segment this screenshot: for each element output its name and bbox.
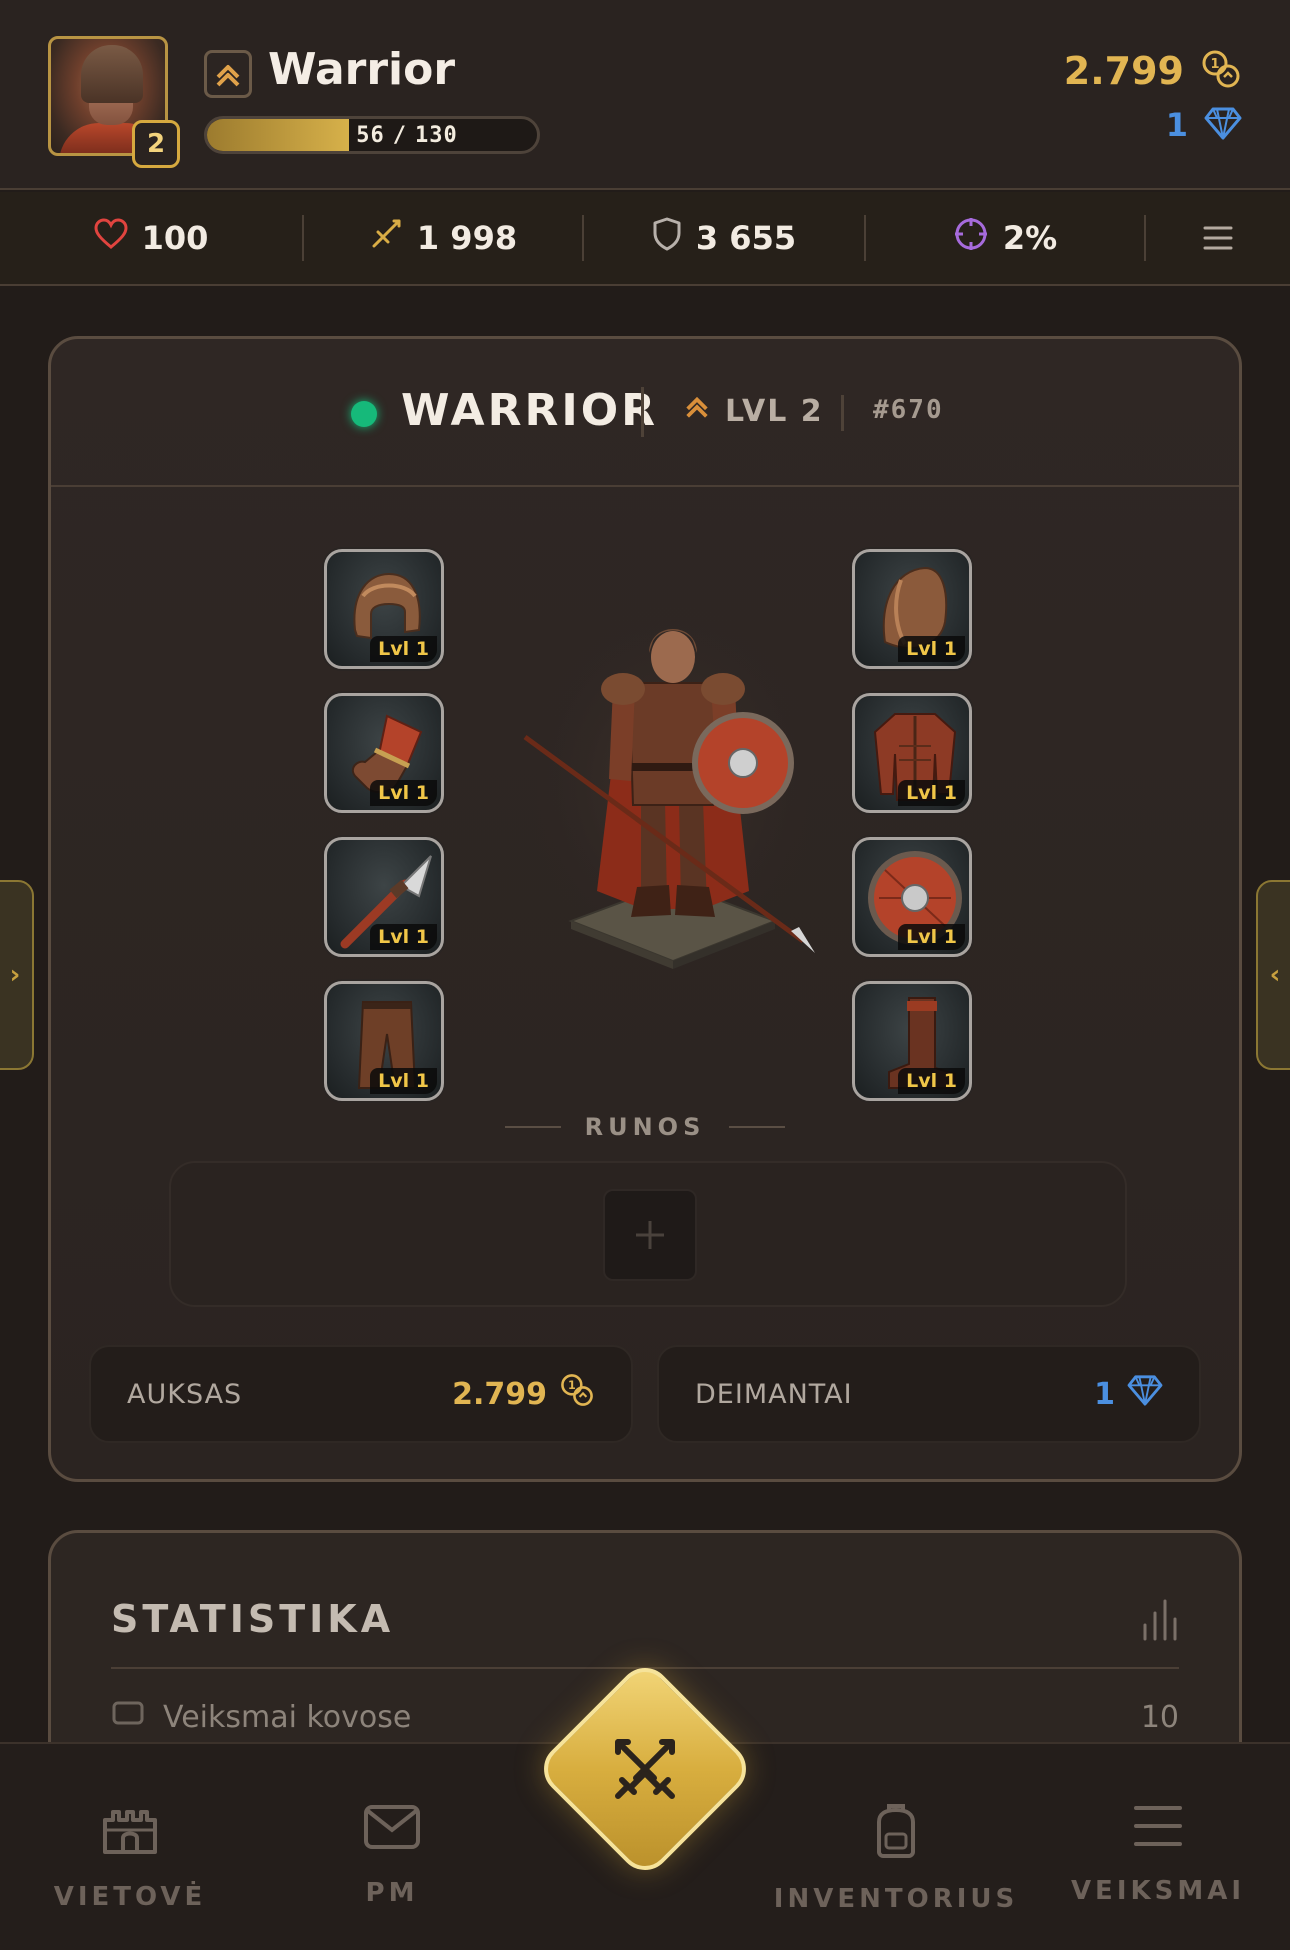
nav-item-inventorius[interactable]: INVENTORIUS (773, 1802, 1019, 1932)
stat-health[interactable]: 100 (0, 215, 304, 261)
slot-level-badge: Lvl 1 (370, 924, 437, 950)
slot-level-badge: Lvl 1 (370, 780, 437, 806)
backpack-icon (871, 1802, 921, 1862)
avatar-level-badge: 2 (132, 120, 180, 168)
battle-stats-icon (111, 1697, 145, 1737)
nav-label-vietove: VIETOVĖ (53, 1882, 207, 1912)
slot-level-badge: Lvl 1 (370, 636, 437, 662)
slot-level-badge: Lvl 1 (898, 924, 965, 950)
nav-item-vietove[interactable]: VIETOVĖ (10, 1802, 250, 1932)
hamburger-menu-button[interactable] (1146, 215, 1290, 261)
nav-item-pm[interactable]: PM (272, 1802, 512, 1932)
slot-level-badge: Lvl 1 (898, 1068, 965, 1094)
online-status-dot (351, 401, 377, 427)
rank-chevron-icon (683, 393, 711, 429)
gems-label: DEIMANTAI (695, 1378, 853, 1410)
gems-amount: 1 (1165, 106, 1188, 144)
crossed-swords-icon (601, 1725, 689, 1813)
castle-icon (101, 1802, 159, 1860)
character-card: WARRIOR LVL 2 #670 Lvl 1 Lvl 1 Lvl 1 Lvl… (48, 336, 1242, 1482)
runes-container (169, 1161, 1127, 1307)
stat-defense[interactable]: 3 655 (584, 215, 866, 261)
mail-icon (363, 1802, 421, 1856)
shield-icon (652, 217, 682, 259)
xp-progress-bar: 56 / 130 (204, 116, 540, 154)
equipment-slot-helmet[interactable]: Lvl 1 (324, 549, 444, 669)
gold-amount: 2.799 (1063, 49, 1184, 93)
xp-max: 130 (415, 122, 458, 148)
rank-chevron-icon (204, 50, 252, 98)
gold-value-group: 2.799 1 (452, 1372, 595, 1416)
equipment-slot-shoulder[interactable]: Lvl 1 (852, 549, 972, 669)
character-level-text: LVL 2 (725, 393, 824, 429)
crosshair-icon (953, 216, 989, 260)
gold-value: 2.799 (452, 1376, 547, 1412)
nav-item-veiksmai[interactable]: VEIKSMAI (1038, 1802, 1278, 1932)
plus-icon (636, 1221, 664, 1249)
header-gold[interactable]: 2.799 1 (1064, 48, 1242, 94)
xp-current: 56 (356, 122, 385, 148)
attack-value: 1 998 (416, 219, 518, 257)
menu-icon (1132, 1802, 1184, 1854)
slot-level-badge: Lvl 1 (898, 636, 965, 662)
slot-level-badge: Lvl 1 (898, 780, 965, 806)
diamond-icon (1204, 106, 1242, 144)
defense-value: 3 655 (695, 219, 797, 257)
left-drawer-tab[interactable]: › (0, 880, 34, 1070)
character-title: WARRIOR (401, 385, 659, 436)
currency-gems-box: DEIMANTAI 1 (657, 1345, 1201, 1443)
chevron-left-icon: ‹ (1269, 960, 1281, 990)
equipment-slot-gauntlet[interactable]: Lvl 1 (324, 693, 444, 813)
character-figure (513, 591, 833, 981)
player-name: Warrior (268, 44, 456, 95)
xp-separator: / (392, 122, 407, 148)
bar-chart-icon[interactable] (1139, 1597, 1179, 1645)
stat-crit[interactable]: 2% (866, 215, 1146, 261)
gems-value-group: 1 (1094, 1374, 1163, 1414)
equipment-slot-spear[interactable]: Lvl 1 (324, 837, 444, 957)
gems-value: 1 (1094, 1376, 1115, 1412)
sword-icon (369, 217, 403, 259)
add-rune-button[interactable] (603, 1189, 697, 1281)
statistics-row-value: 10 (1140, 1699, 1179, 1735)
slot-level-badge: Lvl 1 (370, 1068, 437, 1094)
statistics-row-label: Veiksmai kovose (163, 1699, 412, 1735)
stats-bar: 100 1 998 3 655 2% (0, 192, 1290, 286)
crit-value: 2% (1002, 219, 1058, 257)
health-value: 100 (141, 219, 209, 257)
equipment-slot-boots[interactable]: Lvl 1 (852, 981, 972, 1101)
stat-attack[interactable]: 1 998 (304, 215, 584, 261)
equipment-slot-shield[interactable]: Lvl 1 (852, 837, 972, 957)
equipment-slot-pants[interactable]: Lvl 1 (324, 981, 444, 1101)
character-level: LVL 2 (683, 393, 824, 429)
coins-icon: 1 (559, 1372, 595, 1416)
runes-label: RUNOS (51, 1113, 1239, 1141)
coins-icon: 1 (1200, 48, 1242, 94)
hamburger-icon (1203, 226, 1233, 250)
diamond-icon (1127, 1374, 1163, 1414)
heart-icon (94, 218, 128, 258)
character-card-header: WARRIOR LVL 2 #670 (51, 339, 1239, 487)
header-divider (641, 387, 644, 437)
equipment-slot-armor[interactable]: Lvl 1 (852, 693, 972, 813)
right-drawer-tab[interactable]: ‹ (1256, 880, 1290, 1070)
chevron-right-icon: › (9, 960, 21, 990)
nav-label-veiksmai: VEIKSMAI (1070, 1876, 1246, 1906)
header-gems[interactable]: 1 (1166, 106, 1242, 144)
nav-label-pm: PM (365, 1878, 419, 1908)
gold-label: AUKSAS (127, 1378, 243, 1410)
svg-text:1: 1 (568, 1379, 576, 1392)
svg-text:1: 1 (1210, 57, 1219, 72)
character-rank: #670 (873, 395, 944, 425)
currency-gold-box: AUKSAS 2.799 1 (89, 1345, 633, 1443)
header-divider (841, 395, 844, 431)
statistics-title: STATISTIKA (111, 1597, 395, 1641)
nav-label-inventorius: INVENTORIUS (773, 1884, 1019, 1914)
runes-label-text: RUNOS (584, 1113, 706, 1141)
top-header: 2 Warrior 56 / 130 2.799 1 1 (0, 0, 1290, 190)
